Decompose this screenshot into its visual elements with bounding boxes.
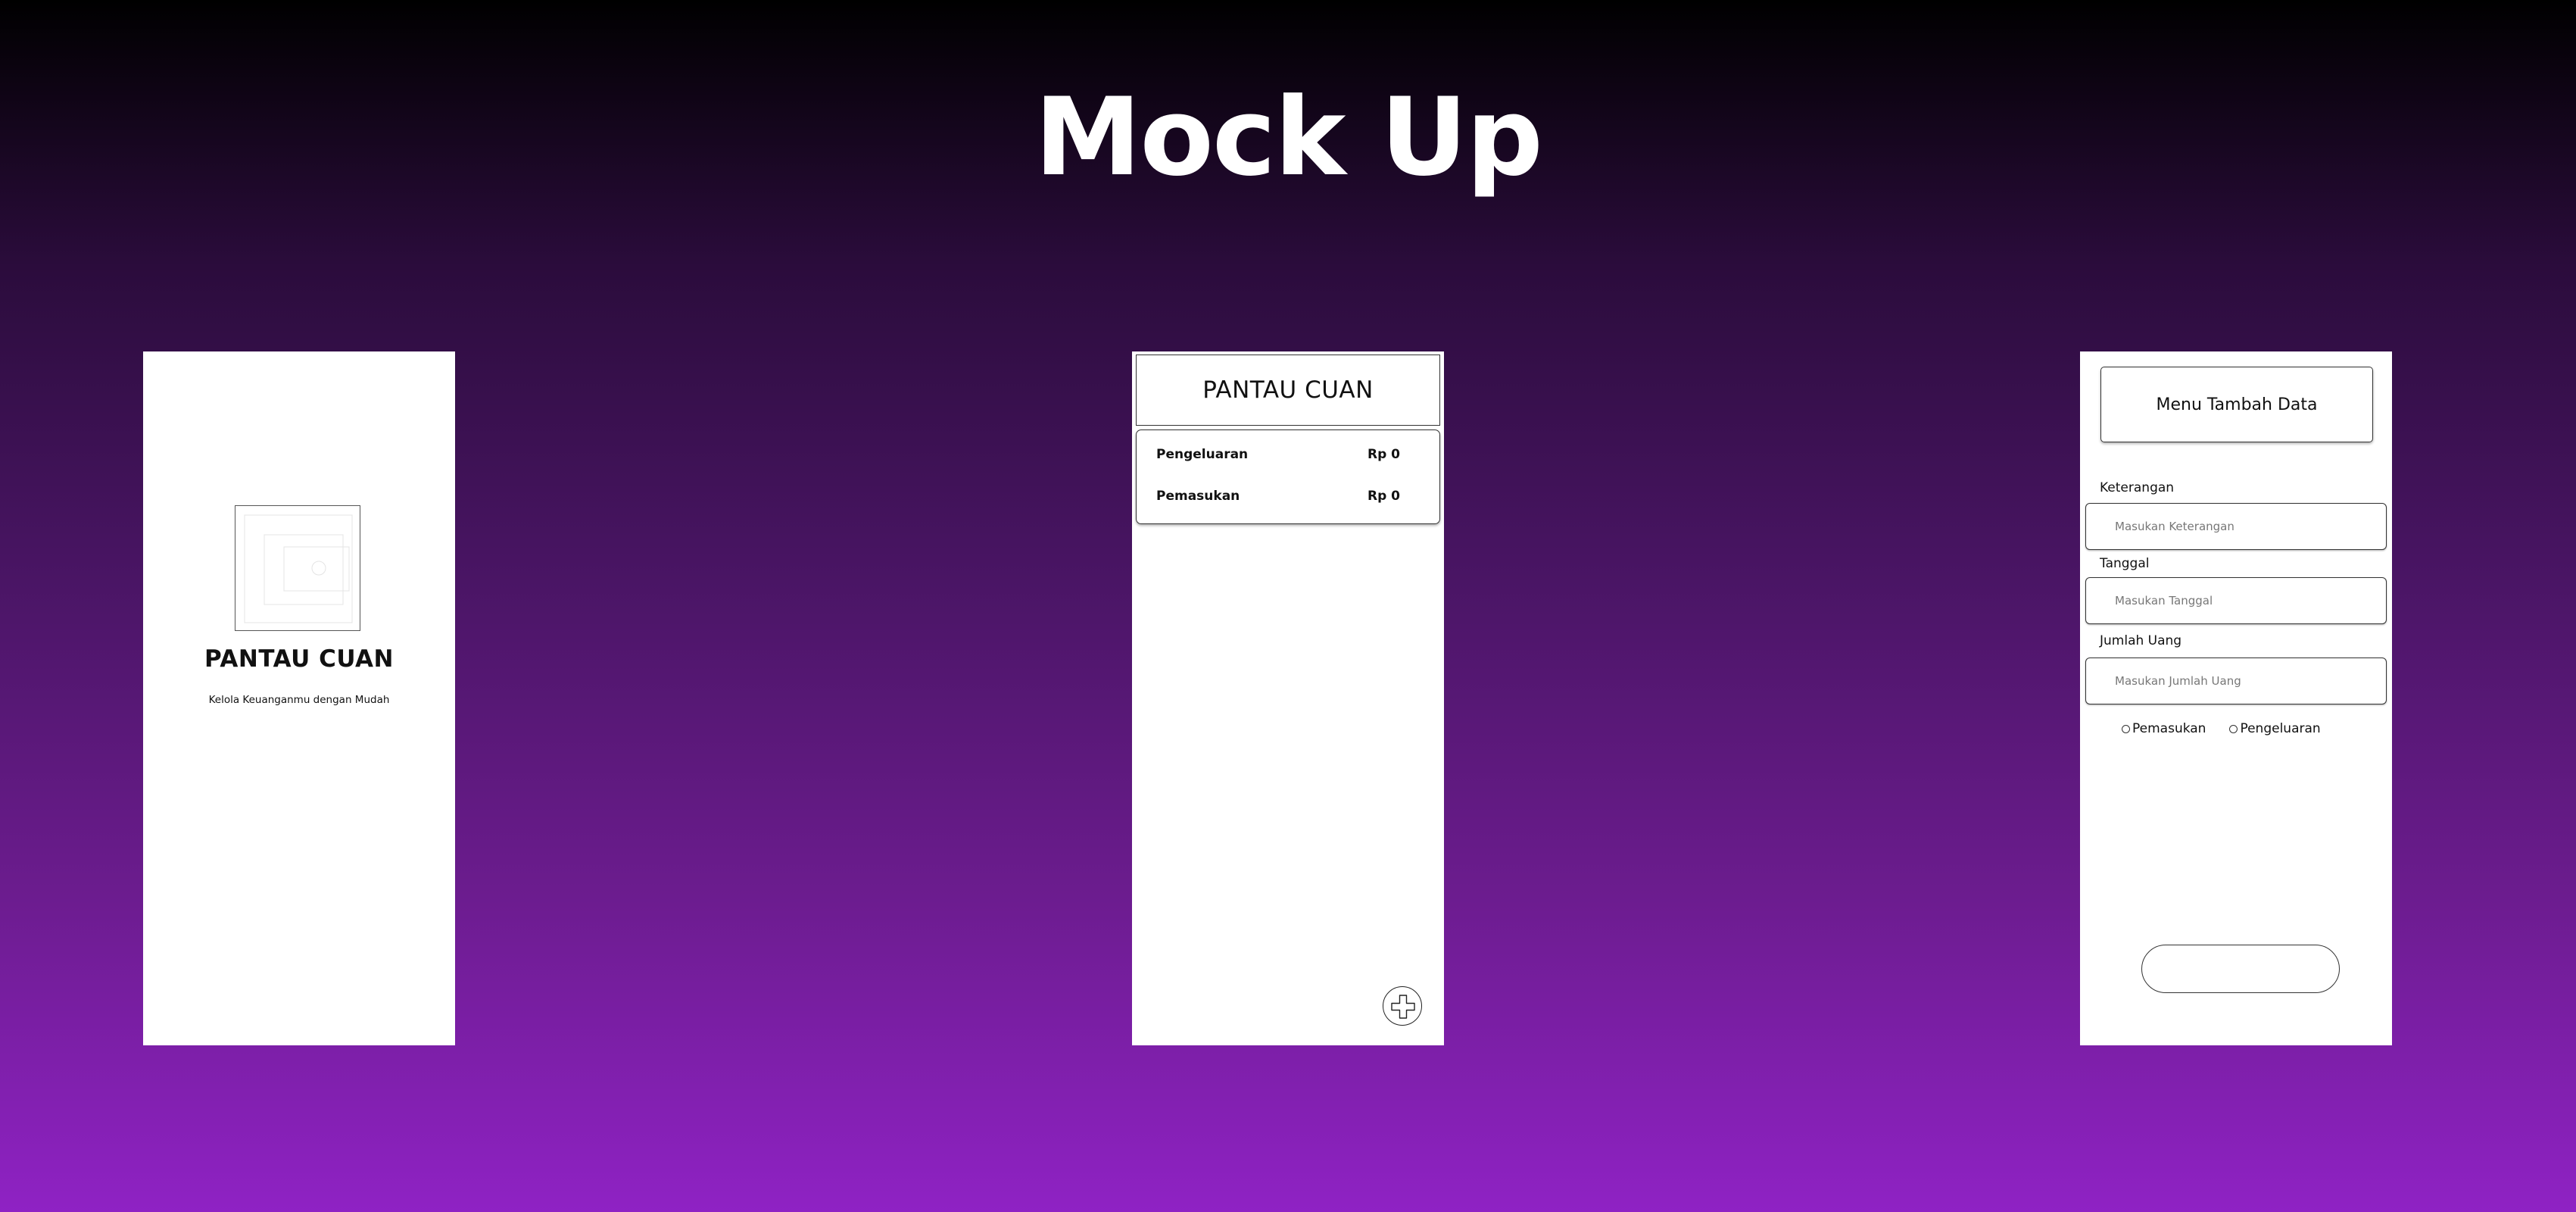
expense-label: Pengeluaran <box>1156 447 1249 462</box>
type-radio-group: Pemasukan Pengeluaran <box>2122 721 2321 736</box>
image-placeholder-icon <box>244 514 353 623</box>
home-header: PANTAU CUAN <box>1136 355 1440 426</box>
description-label: Keterangan <box>2100 480 2175 495</box>
radio-income-label: Pemasukan <box>2132 721 2206 736</box>
app-tagline: Kelola Keuanganmu dengan Mudah <box>208 694 390 706</box>
submit-button[interactable] <box>2141 945 2340 993</box>
radio-expense[interactable]: Pengeluaran <box>2229 721 2321 736</box>
summary-card: Pengeluaran Rp 0 Pemasukan Rp 0 <box>1136 430 1440 524</box>
summary-row-income: Pemasukan Rp 0 <box>1156 489 1400 504</box>
plus-icon <box>1391 995 1415 1019</box>
income-label: Pemasukan <box>1156 489 1240 504</box>
date-label: Tanggal <box>2100 556 2150 571</box>
expense-value: Rp 0 <box>1367 447 1400 462</box>
add-data-button[interactable] <box>1383 986 1422 1026</box>
logo-placeholder <box>235 505 360 631</box>
amount-input[interactable] <box>2085 658 2387 704</box>
radio-income[interactable]: Pemasukan <box>2122 721 2206 736</box>
form-header: Menu Tambah Data <box>2100 367 2373 442</box>
date-input[interactable] <box>2085 577 2387 624</box>
page-title: Mock Up <box>1034 75 1543 200</box>
add-data-screen: Menu Tambah Data Keterangan Tanggal Juml… <box>2080 351 2392 1045</box>
home-screen: PANTAU CUAN Pengeluaran Rp 0 Pemasukan R… <box>1132 351 1444 1045</box>
splash-screen: PANTAU CUAN Kelola Keuanganmu dengan Mud… <box>143 351 455 1045</box>
radio-expense-label: Pengeluaran <box>2240 721 2321 736</box>
income-value: Rp 0 <box>1367 489 1400 504</box>
app-name: PANTAU CUAN <box>204 645 394 673</box>
summary-row-expense: Pengeluaran Rp 0 <box>1156 447 1400 462</box>
description-input[interactable] <box>2085 503 2387 550</box>
radio-circle-icon <box>2229 724 2238 733</box>
amount-label: Jumlah Uang <box>2100 633 2182 648</box>
radio-circle-icon <box>2122 724 2130 733</box>
